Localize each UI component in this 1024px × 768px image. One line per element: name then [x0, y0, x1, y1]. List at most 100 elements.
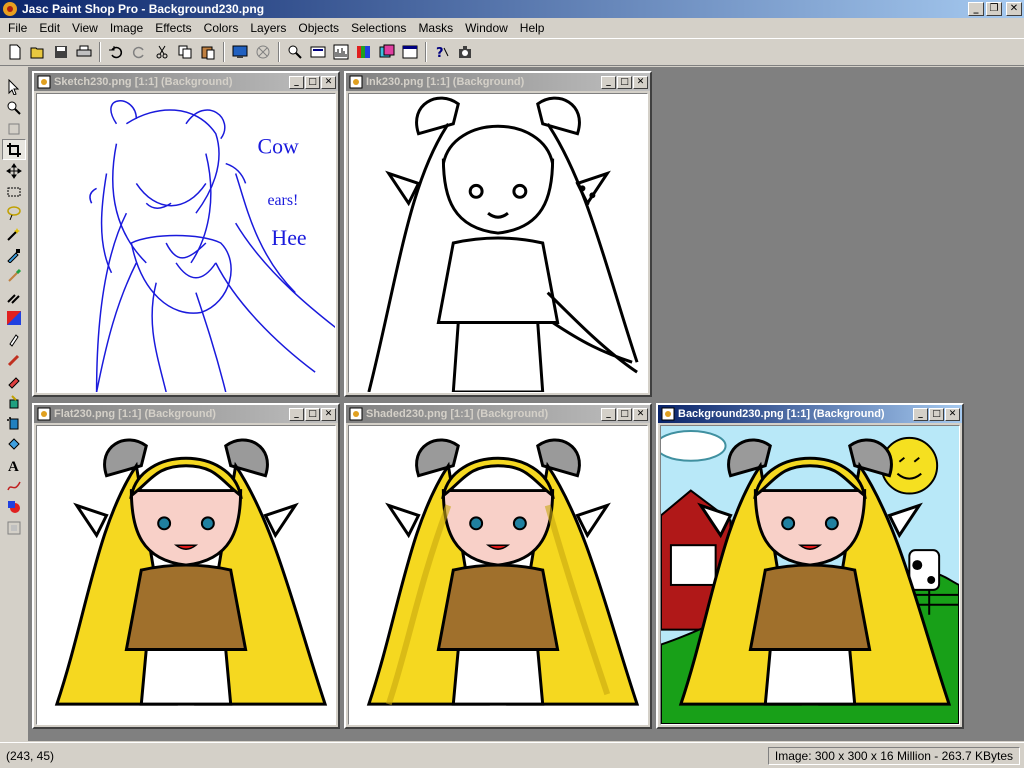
- menu-help[interactable]: Help: [514, 19, 551, 37]
- text-tool-icon[interactable]: A: [2, 454, 26, 475]
- picture-tube-icon[interactable]: [2, 391, 26, 412]
- close-button[interactable]: ✕: [1006, 2, 1022, 16]
- menu-colors[interactable]: Colors: [198, 19, 245, 37]
- menu-image[interactable]: Image: [104, 19, 149, 37]
- doc-maximize-button[interactable]: □: [929, 407, 944, 421]
- canvas-shaded[interactable]: [348, 425, 648, 725]
- window-title: Jasc Paint Shop Pro - Background230.png: [22, 2, 265, 16]
- doc-minimize-button[interactable]: _: [601, 75, 616, 89]
- menu-objects[interactable]: Objects: [292, 19, 345, 37]
- color-replacer-icon[interactable]: [2, 307, 26, 328]
- menu-view[interactable]: View: [66, 19, 104, 37]
- doc-minimize-button[interactable]: _: [289, 75, 304, 89]
- doc-maximize-button[interactable]: □: [305, 407, 320, 421]
- background-drawing: [661, 426, 959, 724]
- cut-icon[interactable]: [151, 41, 173, 63]
- doc-title: Shaded230.png [1:1] (Background): [366, 408, 549, 420]
- preset-shapes-icon[interactable]: [2, 496, 26, 517]
- doc-window-ink[interactable]: Ink230.png [1:1] (Background) _ □ ✕: [344, 71, 652, 397]
- browse-icon[interactable]: [229, 41, 251, 63]
- doc-window-sketch[interactable]: Sketch230.png [1:1] (Background) _ □ ✕ C…: [32, 71, 340, 397]
- draw-tool-icon[interactable]: [2, 475, 26, 496]
- doc-close-button[interactable]: ✕: [945, 407, 960, 421]
- open-icon[interactable]: [27, 41, 49, 63]
- mover-tool-icon[interactable]: [2, 160, 26, 181]
- menu-masks[interactable]: Masks: [412, 19, 459, 37]
- menu-effects[interactable]: Effects: [149, 19, 197, 37]
- magic-wand-icon[interactable]: [2, 223, 26, 244]
- ink-drawing: [367, 96, 639, 392]
- doc-title: Sketch230.png [1:1] (Background): [54, 76, 233, 88]
- doc-window-shaded[interactable]: Shaded230.png [1:1] (Background) _ □ ✕: [344, 403, 652, 729]
- copy-icon[interactable]: [174, 41, 196, 63]
- doc-close-button[interactable]: ✕: [633, 407, 648, 421]
- save-icon[interactable]: [50, 41, 72, 63]
- freehand-selection-icon[interactable]: [2, 202, 26, 223]
- airbrush-icon[interactable]: [2, 412, 26, 433]
- canvas-sketch[interactable]: Cow ears! Hee: [36, 93, 336, 393]
- object-selector-icon[interactable]: [2, 517, 26, 538]
- doc-window-flat[interactable]: Flat230.png [1:1] (Background) _ □ ✕: [32, 403, 340, 729]
- menu-layers[interactable]: Layers: [244, 19, 292, 37]
- crop-tool-icon[interactable]: [2, 139, 26, 160]
- deform-tool-icon[interactable]: [2, 118, 26, 139]
- canvas-flat[interactable]: [36, 425, 336, 725]
- doc-titlebar[interactable]: Background230.png [1:1] (Background) _ □…: [658, 405, 962, 423]
- redo-icon[interactable]: [128, 41, 150, 63]
- layers-palette-icon[interactable]: [376, 41, 398, 63]
- doc-minimize-button[interactable]: _: [289, 407, 304, 421]
- shaded-drawing: [367, 438, 639, 706]
- help-icon[interactable]: ?: [431, 41, 453, 63]
- doc-titlebar[interactable]: Flat230.png [1:1] (Background) _ □ ✕: [34, 405, 338, 423]
- histogram-icon[interactable]: [330, 41, 352, 63]
- arrow-tool-icon[interactable]: [2, 76, 26, 97]
- title-bar[interactable]: Jasc Paint Shop Pro - Background230.png …: [0, 0, 1024, 18]
- doc-titlebar[interactable]: Ink230.png [1:1] (Background) _ □ ✕: [346, 73, 650, 91]
- doc-close-button[interactable]: ✕: [321, 407, 336, 421]
- menu-selections[interactable]: Selections: [345, 19, 412, 37]
- menu-file[interactable]: File: [2, 19, 33, 37]
- doc-titlebar[interactable]: Sketch230.png [1:1] (Background) _ □ ✕: [34, 73, 338, 91]
- doc-icon: [37, 407, 51, 421]
- doc-maximize-button[interactable]: □: [617, 407, 632, 421]
- svg-text:A: A: [8, 459, 19, 473]
- doc-minimize-button[interactable]: _: [913, 407, 928, 421]
- zoom-tool-icon[interactable]: [2, 97, 26, 118]
- tool-options-icon[interactable]: [399, 41, 421, 63]
- zoom-view-icon[interactable]: [284, 41, 306, 63]
- dropper-icon[interactable]: [2, 244, 26, 265]
- doc-close-button[interactable]: ✕: [321, 75, 336, 89]
- image-info: Image: 300 x 300 x 16 Million - 263.7 KB…: [767, 746, 1020, 765]
- sketch-note-hee: Hee: [271, 226, 306, 250]
- screen-capture-icon[interactable]: [252, 41, 274, 63]
- selection-tool-icon[interactable]: [2, 181, 26, 202]
- canvas-background[interactable]: [660, 425, 960, 725]
- color-palette-icon[interactable]: [353, 41, 375, 63]
- undo-icon[interactable]: [105, 41, 127, 63]
- menu-bar: File Edit View Image Effects Colors Laye…: [0, 18, 1024, 38]
- doc-maximize-button[interactable]: □: [617, 75, 632, 89]
- cursor-coords: (243, 45): [6, 748, 55, 763]
- flood-fill-icon[interactable]: [2, 433, 26, 454]
- doc-window-background[interactable]: Background230.png [1:1] (Background) _ □…: [656, 403, 964, 729]
- menu-window[interactable]: Window: [459, 19, 514, 37]
- doc-maximize-button[interactable]: □: [305, 75, 320, 89]
- doc-titlebar[interactable]: Shaded230.png [1:1] (Background) _ □ ✕: [346, 405, 650, 423]
- menu-edit[interactable]: Edit: [33, 19, 66, 37]
- doc-title: Ink230.png [1:1] (Background): [366, 76, 525, 88]
- paintbrush-icon[interactable]: [2, 265, 26, 286]
- doc-minimize-button[interactable]: _: [601, 407, 616, 421]
- minimize-button[interactable]: _: [968, 2, 984, 16]
- canvas-ink[interactable]: [348, 93, 648, 393]
- retouch-icon[interactable]: [2, 328, 26, 349]
- overview-icon[interactable]: [307, 41, 329, 63]
- paste-icon[interactable]: [197, 41, 219, 63]
- clone-brush-icon[interactable]: [2, 286, 26, 307]
- print-icon[interactable]: [73, 41, 95, 63]
- scratch-remover-icon[interactable]: [2, 349, 26, 370]
- new-icon[interactable]: [4, 41, 26, 63]
- eraser-icon[interactable]: [2, 370, 26, 391]
- doc-close-button[interactable]: ✕: [633, 75, 648, 89]
- color-dialog-icon[interactable]: [454, 41, 476, 63]
- restore-button[interactable]: ❐: [986, 2, 1002, 16]
